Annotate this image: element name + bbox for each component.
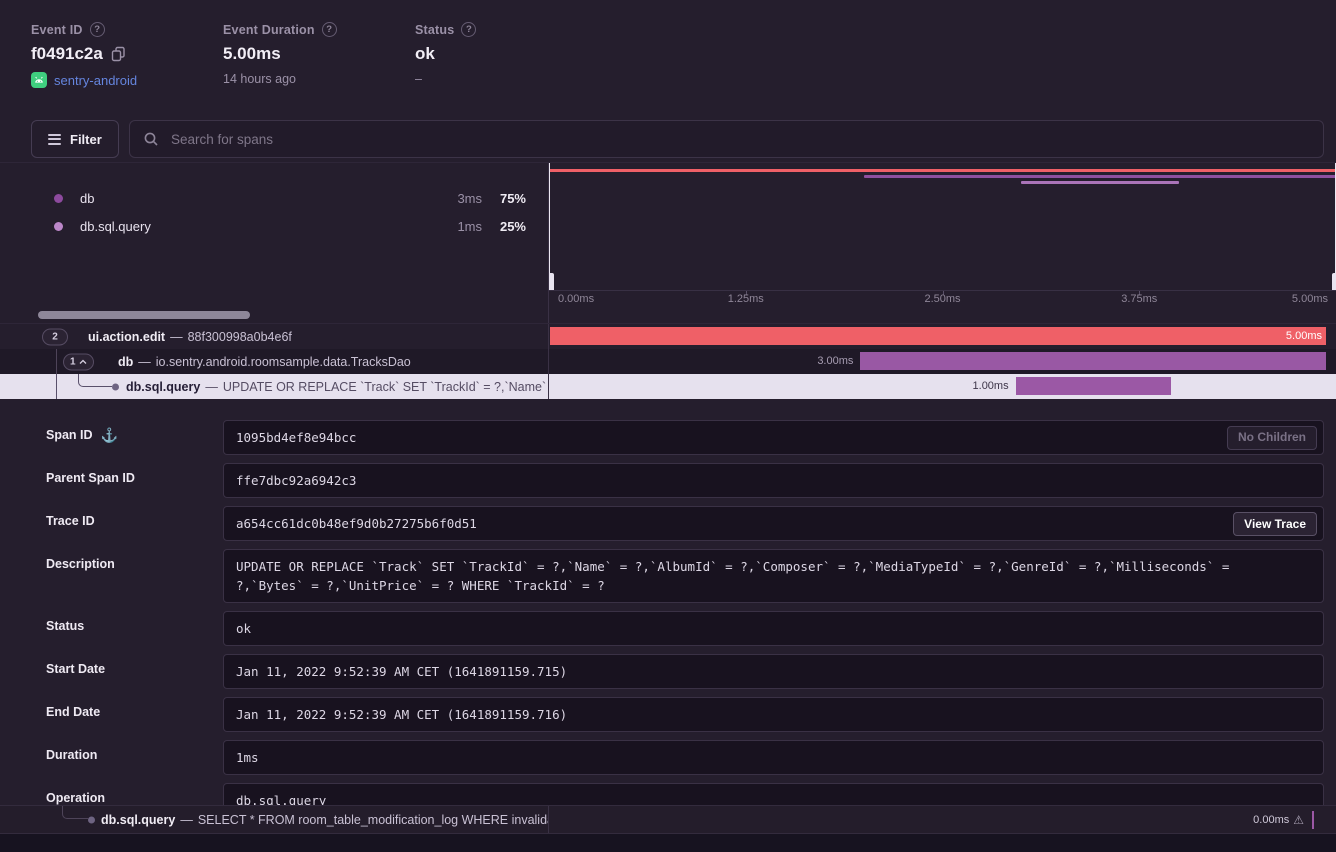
span-details-panel: Span ID⚓ 1095bd4ef8e94bcc No Children Pa… <box>0 399 1336 805</box>
detail-label: Duration <box>0 740 223 775</box>
span-row-db-sql-query-selected[interactable]: db.sql.query—UPDATE OR REPLACE `Track` S… <box>0 374 1336 399</box>
span-op: ui.action.edit <box>88 330 165 344</box>
status-value: ok <box>415 44 435 64</box>
search-input[interactable] <box>130 121 1323 157</box>
span-description: io.sentry.android.roomsample.data.Tracks… <box>156 355 411 369</box>
span-row-ui-action-edit[interactable]: 2 ui.action.edit—88f300998a0b4e6f 5.00ms <box>0 324 1336 349</box>
legend-percent: 25% <box>482 219 526 234</box>
legend-percent: 75% <box>482 191 526 206</box>
end-date-value: Jan 11, 2022 9:52:39 AM CET (1641891159.… <box>223 697 1324 732</box>
detail-label: Parent Span ID <box>0 463 223 498</box>
status-field: Status ? ok – <box>415 22 476 86</box>
span-duration: 5.00ms <box>1286 330 1322 342</box>
tree-scrollbar-track[interactable] <box>0 306 549 323</box>
status-sub: – <box>415 72 422 86</box>
axis-tick-label: 2.50ms <box>924 293 960 305</box>
span-bar: 3.00ms <box>860 352 1326 370</box>
minimap-span-db <box>864 175 1336 178</box>
view-trace-button[interactable]: View Trace <box>1233 512 1317 536</box>
filter-icon <box>48 134 61 145</box>
duration-value: 1ms <box>223 740 1324 775</box>
tree-scrollbar-thumb[interactable] <box>38 311 250 319</box>
detail-label: End Date <box>0 697 223 732</box>
legend-duration: 1ms <box>436 219 482 234</box>
minimap-span-ui-action-edit <box>549 169 1336 172</box>
span-description: UPDATE OR REPLACE `Track` SET `TrackId` … <box>223 380 549 394</box>
span-waterfall: 2 ui.action.edit—88f300998a0b4e6f 5.00ms… <box>0 324 1336 399</box>
android-icon <box>31 72 47 88</box>
minimap-span-db-sql-query <box>1021 181 1178 184</box>
axis-tick-label: 0.00ms <box>558 293 594 305</box>
span-connector-dot <box>88 816 95 823</box>
event-id-field: Event ID ? f0491c2a <box>31 22 137 88</box>
span-duration: 0.00ms <box>1253 814 1289 826</box>
axis-tick-label: 3.75ms <box>1121 293 1157 305</box>
span-description: 88f300998a0b4e6f <box>188 330 292 344</box>
span-op: db <box>118 355 133 369</box>
span-duration: 3.00ms <box>817 355 853 367</box>
event-duration-value: 5.00ms <box>223 44 281 64</box>
copy-icon[interactable] <box>111 46 126 62</box>
status-detail-value: ok <box>223 611 1324 646</box>
start-date-value: Jan 11, 2022 9:52:39 AM CET (1641891159.… <box>223 654 1324 689</box>
children-count-badge[interactable]: 1 <box>63 353 94 370</box>
span-bar: 1.00ms <box>1016 377 1171 395</box>
event-id-value: f0491c2a <box>31 44 103 64</box>
axis-tick-label: 1.25ms <box>728 293 764 305</box>
trace-overview: db 3ms 75% db.sql.query 1ms 25% 0.00m <box>0 162 1336 306</box>
help-icon[interactable]: ? <box>322 22 337 37</box>
detail-label: Trace ID <box>0 506 223 541</box>
span-toolbar: Filter <box>0 112 1336 162</box>
help-icon[interactable]: ? <box>461 22 476 37</box>
page-bottom-strip <box>0 834 1336 852</box>
span-op: db.sql.query <box>101 813 175 827</box>
filter-button[interactable]: Filter <box>31 120 119 158</box>
no-children-button: No Children <box>1227 426 1317 450</box>
detail-label: Span ID⚓ <box>0 420 223 455</box>
span-duration: 1.00ms <box>973 380 1009 392</box>
search-icon <box>143 131 159 147</box>
parent-span-id-value: ffe7dbc92a6942c3 <box>223 463 1324 498</box>
zero-duration-span-bar <box>1312 811 1314 829</box>
op-color-dot <box>54 194 63 203</box>
warning-icon: ⚠ <box>1293 813 1304 827</box>
legend-op: db.sql.query <box>80 219 436 234</box>
status-label: Status <box>415 23 454 37</box>
project-link[interactable]: sentry-android <box>54 73 137 88</box>
tree-scroll-strip <box>0 306 1336 324</box>
axis-tick-label: 5.00ms <box>1292 293 1328 305</box>
trace-id-value: a654cc61dc0b48ef9d0b27275b6f0d51 View Tr… <box>223 506 1324 541</box>
detail-label: Start Date <box>0 654 223 689</box>
span-op: db.sql.query <box>126 380 200 394</box>
span-detail-page: Event ID ? f0491c2a <box>0 0 1336 852</box>
span-row-db-sql-query-select[interactable]: db.sql.query—SELECT * FROM room_table_mo… <box>0 805 1336 834</box>
legend-item-db-sql-query[interactable]: db.sql.query 1ms 25% <box>0 212 548 240</box>
span-row-db[interactable]: 1 db—io.sentry.android.roomsample.data.T… <box>0 349 1336 374</box>
span-id-value: 1095bd4ef8e94bcc No Children <box>223 420 1324 455</box>
detail-label: Description <box>0 549 223 603</box>
detail-label: Status <box>0 611 223 646</box>
event-duration-field: Event Duration ? 5.00ms 14 hours ago <box>223 22 337 86</box>
search-box <box>129 120 1324 158</box>
minimap-left-handle[interactable] <box>549 163 550 290</box>
anchor-icon[interactable]: ⚓ <box>101 428 118 442</box>
chevron-up-icon <box>79 359 87 364</box>
legend-op: db <box>80 191 436 206</box>
time-axis: 0.00ms 1.25ms 2.50ms 3.75ms 5.00ms <box>549 290 1336 306</box>
children-count-badge[interactable]: 2 <box>42 328 68 345</box>
operations-breakdown: db 3ms 75% db.sql.query 1ms 25% <box>0 163 549 306</box>
event-duration-label: Event Duration <box>223 23 315 37</box>
legend-item-db[interactable]: db 3ms 75% <box>0 184 548 212</box>
span-connector-dot <box>112 383 119 390</box>
span-bar: 5.00ms <box>550 327 1326 345</box>
legend-duration: 3ms <box>436 191 482 206</box>
event-id-label: Event ID <box>31 23 83 37</box>
trace-minimap[interactable] <box>549 163 1336 290</box>
event-age: 14 hours ago <box>223 72 296 86</box>
op-color-dot <box>54 222 63 231</box>
span-description: SELECT * FROM room_table_modification_lo… <box>198 813 549 827</box>
event-header: Event ID ? f0491c2a <box>0 0 1336 112</box>
description-value: UPDATE OR REPLACE `Track` SET `TrackId` … <box>223 549 1324 603</box>
help-icon[interactable]: ? <box>90 22 105 37</box>
